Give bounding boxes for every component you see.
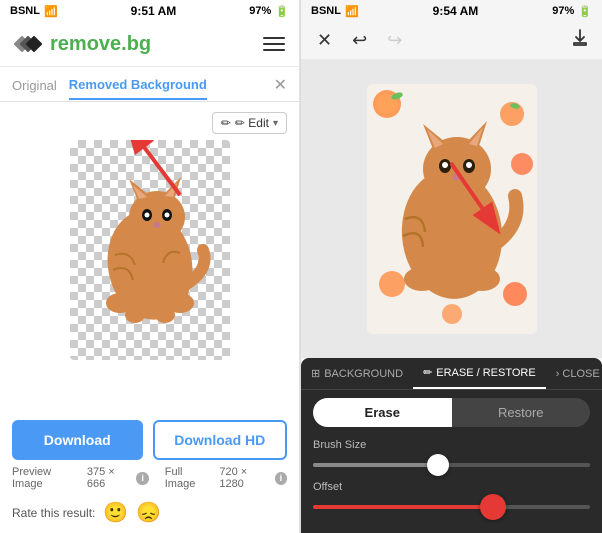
wifi-icon: 📶 — [44, 5, 58, 18]
brush-size-slider[interactable] — [313, 455, 590, 475]
full-info-icon[interactable]: i — [275, 472, 287, 485]
right-panel: BSNL 📶 9:54 AM 97% 🔋 ✕ ↩ ↪ — [301, 0, 602, 533]
editor-download-button[interactable] — [570, 28, 590, 53]
preview-info-icon[interactable]: i — [136, 472, 148, 485]
download-icon — [570, 28, 590, 48]
thumbs-up-emoji[interactable]: 🙂 — [103, 500, 128, 525]
brush-size-thumb[interactable] — [427, 454, 449, 476]
editor-tabs: ⊞ BACKGROUND ✏ ERASE / RESTORE › CLOSE — [301, 358, 602, 390]
red-arrow-left — [120, 140, 200, 200]
rate-label: Rate this result: — [12, 506, 95, 520]
logo-remove: remove — [50, 33, 121, 55]
hamburger-line-1 — [263, 37, 285, 39]
red-arrow-right — [421, 153, 521, 243]
logo-text: remove.bg — [50, 33, 151, 56]
left-panel: BSNL 📶 9:51 AM 97% 🔋 remove.bg — [0, 0, 300, 533]
logo-icon — [14, 30, 42, 58]
tabs-row: Original Removed Background ✕ — [0, 67, 299, 102]
restore-button[interactable]: Restore — [452, 398, 591, 427]
bottom-panel: ⊞ BACKGROUND ✏ ERASE / RESTORE › CLOSE E… — [301, 358, 602, 533]
battery-percent-left: 97% — [249, 5, 271, 17]
offset-track — [313, 505, 590, 509]
full-size: 720 × 1280 — [219, 466, 271, 490]
editor-nav: ✕ ↩ ↪ — [301, 22, 602, 59]
redo-button[interactable]: ↪ — [383, 28, 406, 53]
edit-button[interactable]: ✏ ✏ Edit ▾ — [212, 112, 287, 134]
time-left: 9:51 AM — [131, 4, 177, 18]
pencil-icon: ✏ — [423, 366, 432, 379]
rating-row: Rate this result: 🙂 😞 — [0, 496, 299, 533]
carrier-right: BSNL 📶 — [311, 5, 359, 18]
undo-button[interactable]: ↩ — [348, 28, 371, 53]
thumbs-down-emoji[interactable]: 😞 — [136, 500, 161, 525]
tab-original[interactable]: Original — [12, 78, 57, 99]
close-editor-button[interactable]: ✕ — [313, 28, 336, 53]
tab-erase-restore[interactable]: ✏ ERASE / RESTORE — [413, 358, 546, 389]
chevron-down-icon: ▾ — [273, 118, 278, 129]
brush-size-track — [313, 463, 590, 467]
hamburger-menu[interactable] — [263, 37, 285, 51]
full-label: Full Image — [165, 466, 214, 490]
battery-percent-right: 97% — [552, 5, 574, 17]
battery-icon-left: 🔋 — [275, 5, 289, 18]
slider-section: Brush Size Offset — [301, 435, 602, 533]
offset-slider[interactable] — [313, 497, 590, 517]
tab-removed-background[interactable]: Removed Background — [69, 77, 207, 100]
image-area: ✏ ✏ Edit ▾ — [0, 102, 299, 418]
offset-thumb[interactable] — [480, 494, 506, 520]
download-button[interactable]: Download — [12, 420, 143, 460]
close-label: CLOSE — [562, 368, 599, 380]
brush-size-label: Brush Size — [313, 439, 590, 451]
preview-label: Preview Image — [12, 466, 81, 490]
tab-background-label: BACKGROUND — [324, 368, 403, 380]
carrier-time-left: BSNL 📶 — [10, 5, 58, 18]
chevron-right-icon: › — [556, 368, 560, 380]
wifi-icon-right: 📶 — [345, 5, 359, 18]
logo-accent: .bg — [121, 33, 151, 55]
status-bar-left: BSNL 📶 9:51 AM 97% 🔋 — [0, 0, 299, 22]
carrier-right-text: BSNL — [311, 5, 341, 17]
battery-icon-right: 🔋 — [578, 5, 592, 18]
tab-close-button[interactable]: ✕ — [274, 75, 287, 101]
erase-restore-row: Erase Restore — [301, 390, 602, 435]
preview-size: 375 × 666 — [87, 466, 134, 490]
layers-icon: ⊞ — [311, 367, 320, 380]
offset-label: Offset — [313, 481, 590, 493]
cat-image-container — [70, 140, 230, 360]
editor-image-area — [301, 59, 602, 358]
carrier-left: BSNL — [10, 5, 40, 17]
brush-size-fill — [313, 463, 438, 467]
full-info: Full Image 720 × 1280 i — [165, 466, 287, 490]
erase-button[interactable]: Erase — [313, 398, 452, 427]
tab-erase-label: ERASE / RESTORE — [436, 367, 535, 379]
buttons-row: Download Download HD — [0, 420, 299, 460]
tab-background[interactable]: ⊞ BACKGROUND — [301, 359, 413, 388]
battery-area-left: 97% 🔋 — [249, 5, 289, 18]
battery-right: 97% 🔋 — [552, 5, 592, 18]
hamburger-line-2 — [263, 43, 285, 45]
preview-info: Preview Image 375 × 666 i — [12, 466, 149, 490]
info-row: Preview Image 375 × 666 i Full Image 720… — [0, 460, 299, 496]
offset-fill — [313, 505, 493, 509]
hamburger-line-3 — [263, 49, 285, 51]
tab-close-right[interactable]: › CLOSE — [546, 360, 602, 388]
download-hd-button[interactable]: Download HD — [153, 420, 288, 460]
logo-area: remove.bg — [14, 30, 151, 58]
edit-label: ✏ Edit — [235, 116, 269, 130]
nav-bar-left: remove.bg — [0, 22, 299, 67]
time-right: 9:54 AM — [433, 4, 479, 18]
status-bar-right: BSNL 📶 9:54 AM 97% 🔋 — [301, 0, 602, 22]
edit-icon: ✏ — [221, 116, 231, 130]
